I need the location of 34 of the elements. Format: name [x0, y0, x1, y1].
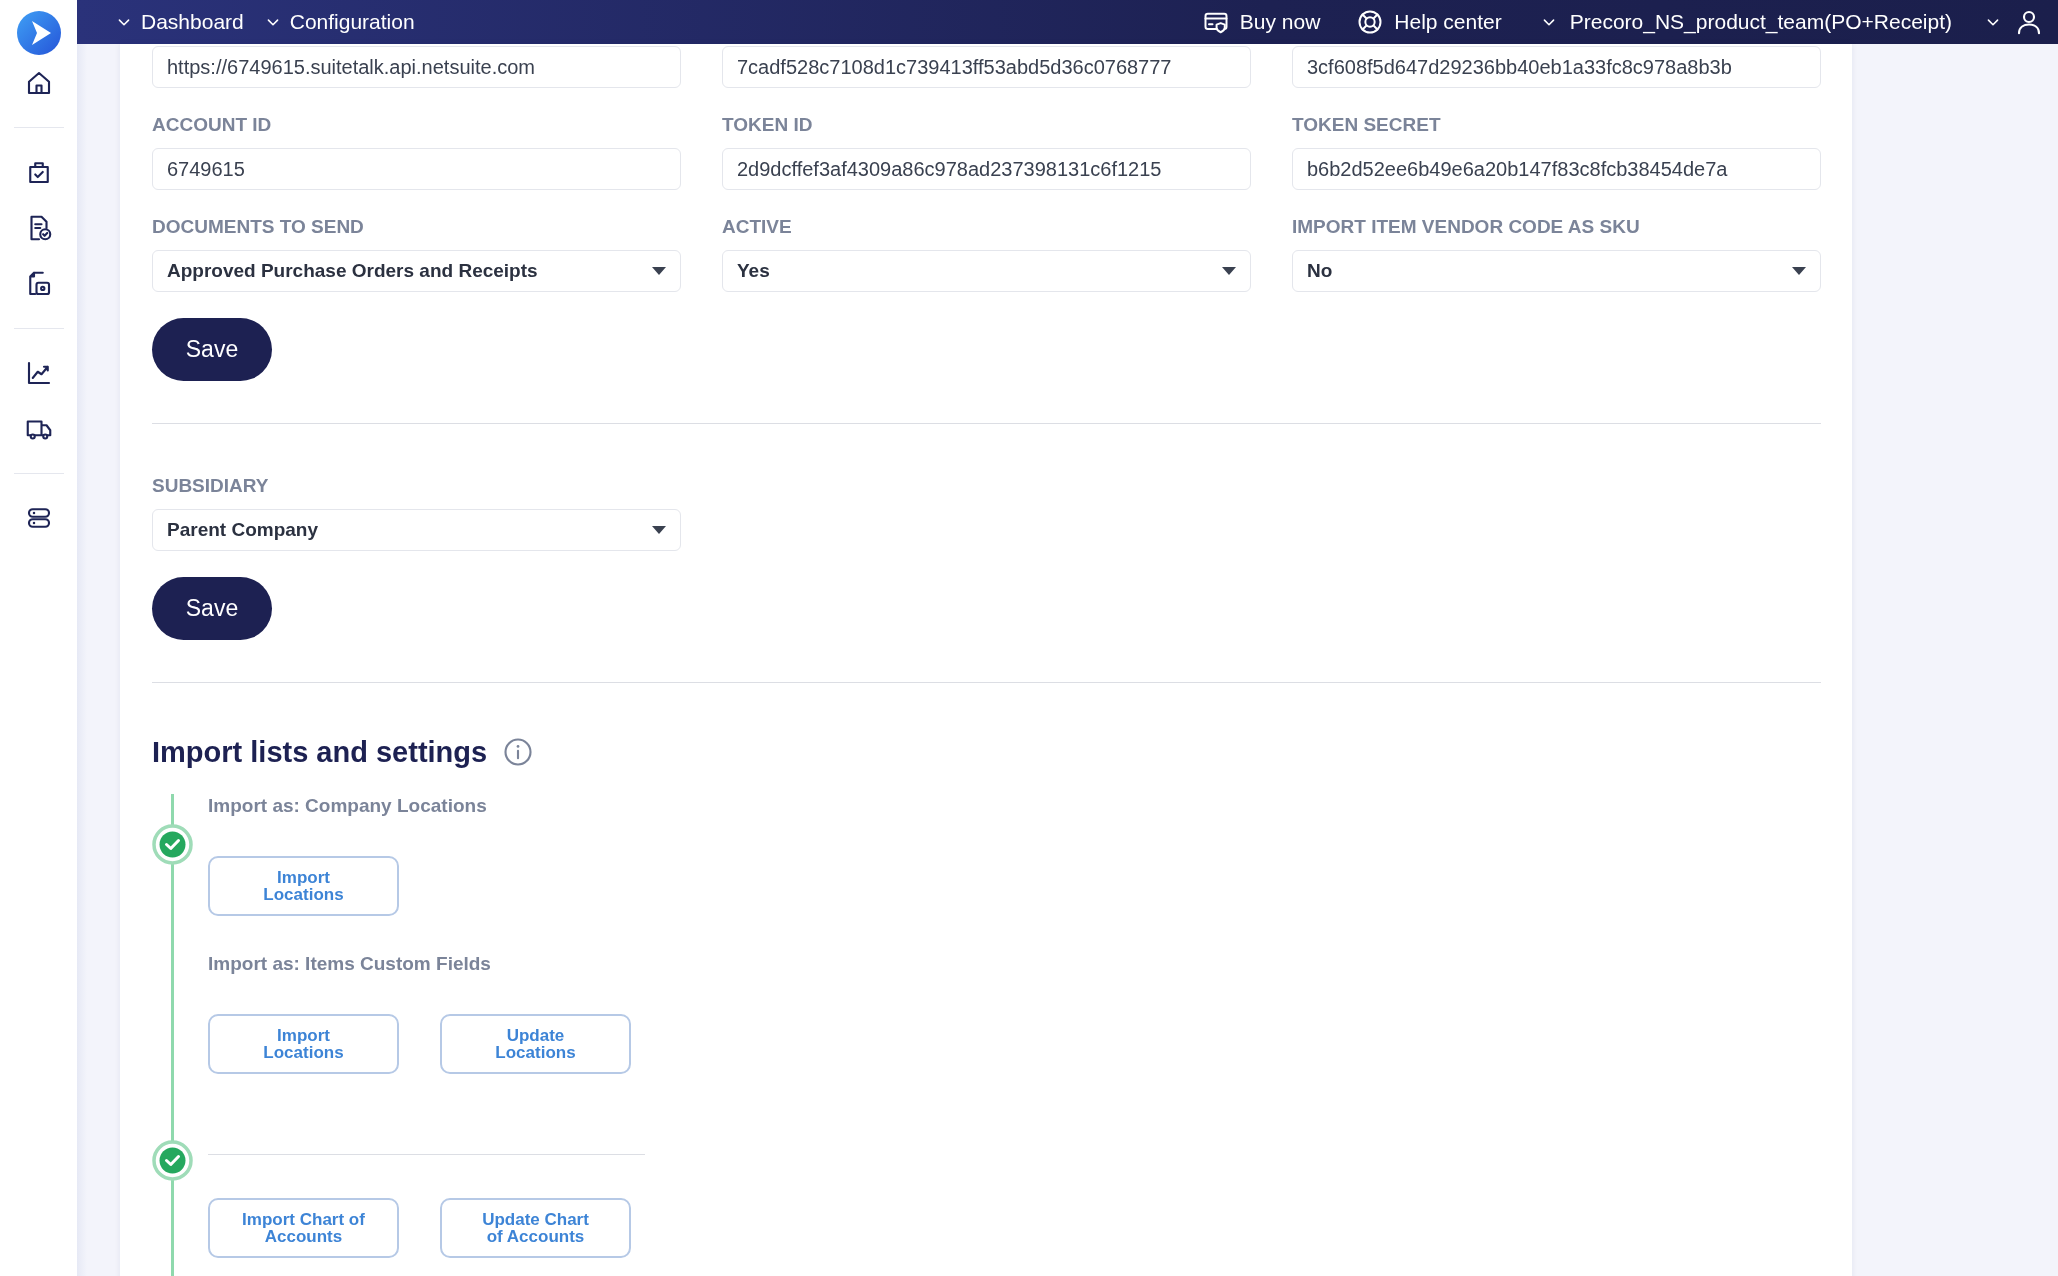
input-field[interactable]: https://6749615.suitetalk.api.netsuite.com [152, 46, 681, 88]
breadcrumb-link[interactable]: Dashboard [141, 10, 244, 34]
import-caption: Import as: Items Custom Fields [208, 952, 491, 976]
import-button[interactable]: Import Locations [208, 856, 399, 916]
field-label: ACCOUNT ID [152, 114, 273, 136]
input-field[interactable]: b6b2d52ee6b49e6a20b147f83c8fcb38454de7a [1292, 148, 1821, 190]
import-caption: Import as: Company Locations [208, 794, 487, 818]
account-switcher[interactable]: Precoro_NS_product_team(PO+Receipt) [1569, 10, 1952, 34]
dropdown[interactable]: No [1292, 250, 1821, 292]
save-button[interactable]: Save [152, 318, 272, 381]
dropdown[interactable]: Approved Purchase Orders and Receipts [152, 250, 681, 292]
field-label: ACTIVE [722, 216, 793, 238]
input-field[interactable]: 3cf608f5d647d29236bb40eb1a33fc8c978a8b3b [1292, 46, 1821, 88]
field-label: TOKEN SECRET [1292, 114, 1442, 136]
field-label: IMPORT ITEM VENDOR CODE AS SKU [1292, 216, 1641, 238]
input-field[interactable]: 2d9dcffef3af4309a86c978ad237398131c6f1215 [722, 148, 1251, 190]
input-field[interactable]: 7cadf528c7108d1c739413ff53abd5d36c0768777 [722, 46, 1251, 88]
logo-icon[interactable] [16, 11, 61, 55]
dropdown[interactable]: Parent Company [152, 509, 681, 551]
input-field[interactable]: 6749615 [152, 148, 681, 190]
info-icon[interactable] [503, 737, 534, 767]
field-label: TOKEN ID [722, 114, 814, 136]
field-label: SUBSIDIARY [152, 475, 270, 497]
import-button[interactable]: Update Chart of Accounts [440, 1198, 631, 1258]
breadcrumb-link[interactable]: Configuration [289, 10, 415, 34]
dropdown[interactable]: Yes [722, 250, 1251, 292]
import-button[interactable]: Import Chart of Accounts [208, 1198, 399, 1258]
field-label: DOCUMENTS TO SEND [152, 216, 365, 238]
header-link[interactable]: Buy now [1239, 10, 1321, 34]
save-button[interactable]: Save [152, 577, 272, 640]
import-button[interactable]: Update Locations [440, 1014, 631, 1074]
header-link[interactable]: Help center [1394, 10, 1502, 34]
import-button[interactable]: Import Locations [208, 1014, 399, 1074]
section-title: Import lists and settings [152, 735, 488, 769]
